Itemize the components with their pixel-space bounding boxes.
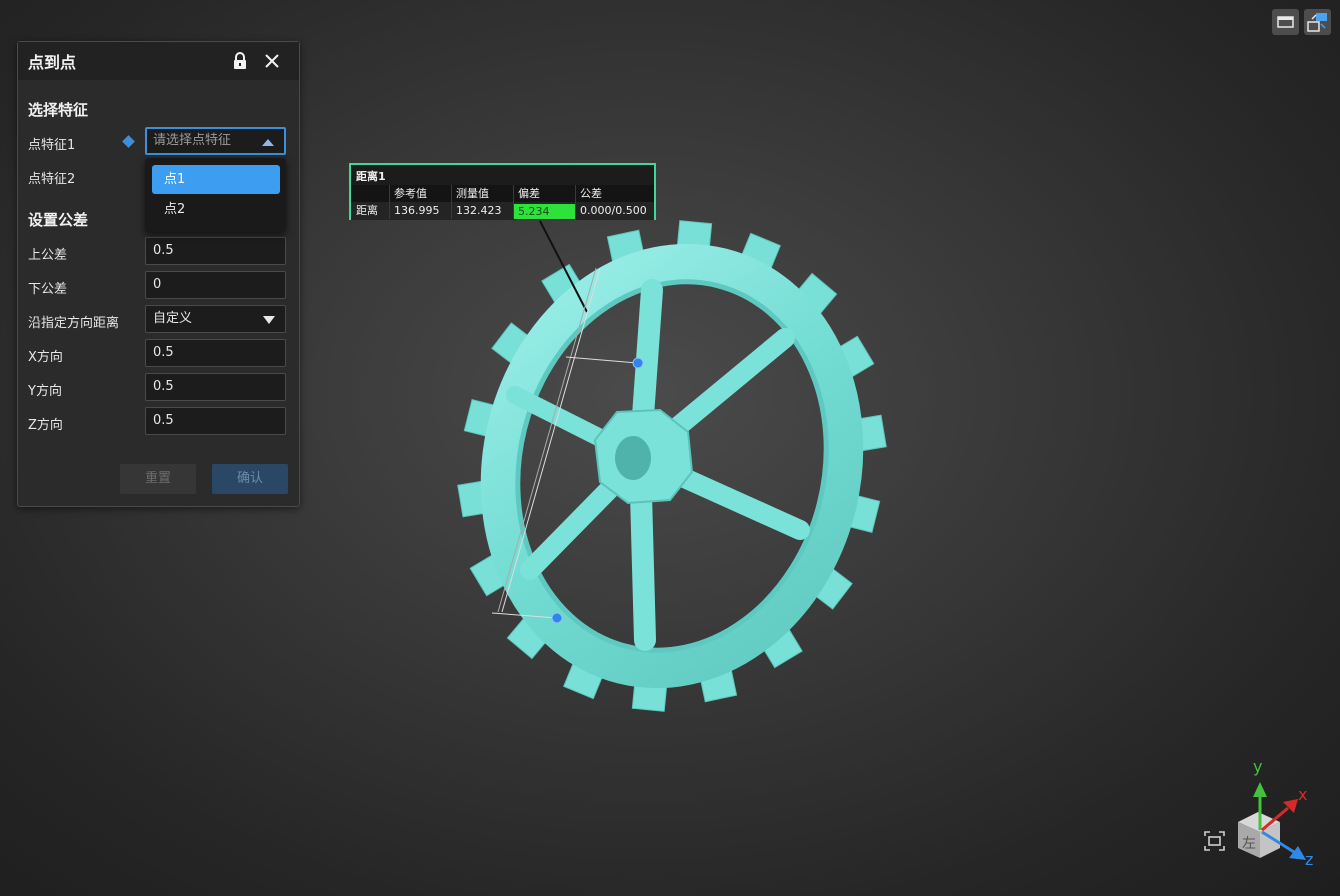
header-measured: 测量值 — [456, 187, 489, 200]
x-dir-label: X方向 — [28, 350, 63, 365]
x-dir-input[interactable]: 0.5 — [145, 339, 286, 367]
cube-face-label: 左 — [1242, 836, 1256, 852]
point-feature-1-placeholder: 请选择点特征 — [153, 133, 232, 148]
layout-toggle-button[interactable] — [1272, 9, 1299, 35]
lower-tol-input[interactable]: 0 — [145, 271, 286, 299]
point-to-point-panel: 点到点 选择特征 点特征1 请选择点特征 点特征2 设置公差 上公差 0.5 下… — [17, 41, 300, 507]
chevron-up-icon — [262, 139, 274, 146]
measurement-title: 距离1 — [356, 170, 386, 183]
required-diamond-icon — [122, 135, 135, 148]
axis-x-label: x — [1298, 785, 1307, 804]
section-tolerance: 设置公差 — [28, 211, 89, 229]
panel-header: 点到点 — [18, 42, 299, 80]
direction-label: 沿指定方向距离 — [28, 316, 120, 331]
point-feature-dropdown: 点1 点2 — [145, 158, 286, 232]
lower-tol-label: 下公差 — [28, 282, 68, 297]
chevron-down-icon — [263, 316, 275, 324]
header-deviation: 偏差 — [518, 187, 540, 200]
upper-tol-input[interactable]: 0.5 — [145, 237, 286, 265]
point-marker-1[interactable] — [632, 357, 644, 369]
window-icon — [1277, 16, 1294, 28]
value-tolerance: 0.000/0.500 — [580, 204, 647, 217]
axis-y-label: y — [1253, 757, 1262, 776]
point-marker-2[interactable] — [551, 612, 563, 624]
row-label: 距离 — [356, 204, 378, 217]
dropdown-option-point-1[interactable]: 点1 — [152, 165, 280, 194]
lock-icon[interactable] — [230, 51, 250, 71]
dropdown-option-point-2[interactable]: 点2 — [152, 195, 280, 224]
axis-z-label: z — [1305, 850, 1313, 869]
header-reference: 参考值 — [394, 187, 427, 200]
fit-view-icon[interactable] — [1204, 831, 1225, 851]
section-select-feature: 选择特征 — [28, 101, 89, 119]
close-icon[interactable] — [262, 51, 282, 71]
point-feature-2-label: 点特征2 — [28, 172, 76, 187]
confirm-button[interactable]: 确认 — [212, 464, 288, 494]
point-feature-1-label: 点特征1 — [28, 138, 76, 153]
upper-tol-label: 上公差 — [28, 248, 68, 263]
direction-select[interactable]: 自定义 — [145, 305, 286, 333]
swap-view-button[interactable] — [1304, 9, 1331, 35]
measurement-header: 参考值 测量值 偏差 公差 — [351, 185, 654, 202]
value-deviation: 5.234 — [514, 204, 575, 219]
y-dir-label: Y方向 — [28, 384, 62, 399]
z-dir-input[interactable]: 0.5 — [145, 407, 286, 435]
measurement-label[interactable]: 距离1 参考值 测量值 偏差 公差 距离 136.995 132.423 0.0… — [349, 163, 656, 220]
value-reference: 136.995 — [394, 204, 440, 217]
measurement-row: 距离 136.995 132.423 0.000/0.500 — [351, 202, 654, 220]
value-measured: 132.423 — [456, 204, 502, 217]
gear-model[interactable] — [457, 220, 887, 712]
swap-windows-icon — [1307, 13, 1327, 32]
z-dir-label: Z方向 — [28, 418, 63, 433]
reset-button[interactable]: 重置 — [120, 464, 196, 494]
y-dir-input[interactable]: 0.5 — [145, 373, 286, 401]
direction-value: 自定义 — [153, 311, 193, 326]
header-tolerance: 公差 — [580, 187, 602, 200]
panel-title: 点到点 — [28, 53, 77, 72]
point-feature-1-select[interactable]: 请选择点特征 — [145, 127, 286, 155]
